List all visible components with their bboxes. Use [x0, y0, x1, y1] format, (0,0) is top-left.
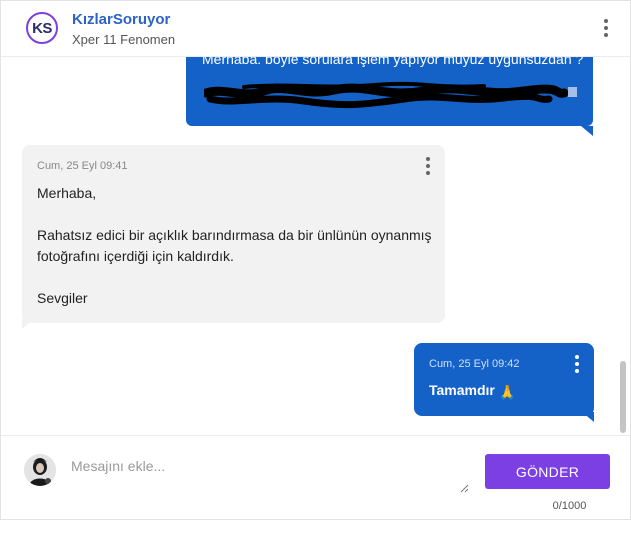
- message-line: fotoğrafını içerdiği için kaldırdık.: [37, 248, 234, 264]
- praying-hands-icon: 🙏: [498, 384, 517, 400]
- message-outgoing: Cum, 25 Eyl 09:42 Tamamdır 🙏: [414, 343, 594, 416]
- message-timestamp: Cum, 25 Eyl 09:42: [429, 358, 520, 370]
- message-list[interactable]: Merhaba. böyle sorulara işlem yapıyor mu…: [1, 57, 630, 435]
- kizlarsoruyor-logo[interactable]: KS: [26, 12, 58, 44]
- vertical-dots-icon[interactable]: [574, 355, 580, 373]
- chat-window: KS KızlarSoruyor Xper 11 Fenomen Merhaba…: [0, 0, 631, 520]
- contact-name[interactable]: KızlarSoruyor: [72, 11, 170, 28]
- send-button[interactable]: GÖNDER: [485, 454, 610, 489]
- bubble-tail: [582, 412, 594, 422]
- vertical-dots-icon[interactable]: [425, 157, 431, 175]
- redacted-link: [204, 81, 577, 109]
- bubble-tail: [581, 126, 593, 136]
- message-composer: GÖNDER 0/1000: [1, 435, 630, 519]
- message-input[interactable]: [71, 458, 469, 494]
- message-timestamp: Cum, 25 Eyl 09:41: [37, 160, 128, 172]
- chat-header: KS KızlarSoruyor Xper 11 Fenomen: [1, 1, 630, 57]
- message-line: Merhaba,: [37, 185, 97, 201]
- contact-rank: Xper 11 Fenomen: [72, 32, 176, 47]
- message-text: Merhaba. böyle sorulara işlem yapıyor mu…: [202, 57, 584, 67]
- message-text: Tamamdır 🙏: [429, 380, 516, 403]
- bubble-tail: [22, 319, 34, 329]
- message-incoming: Cum, 25 Eyl 09:41 Merhaba, Rahatsız edic…: [22, 145, 445, 323]
- character-counter: 0/1000: [552, 500, 587, 512]
- message-line: Rahatsız edici bir açıklık barındırmasa …: [37, 227, 432, 243]
- message-outgoing: Merhaba. böyle sorulara işlem yapıyor mu…: [186, 57, 593, 126]
- message-line: Sevgiler: [37, 290, 88, 306]
- message-text: Merhaba, Rahatsız edici bir açıklık barı…: [37, 183, 432, 309]
- scrollbar[interactable]: [620, 361, 626, 433]
- vertical-dots-icon[interactable]: [603, 19, 609, 37]
- user-avatar-icon: [24, 454, 56, 486]
- resize-handle-icon[interactable]: [460, 484, 469, 493]
- message-line: Tamamdır: [429, 382, 495, 398]
- avatar: [24, 454, 56, 486]
